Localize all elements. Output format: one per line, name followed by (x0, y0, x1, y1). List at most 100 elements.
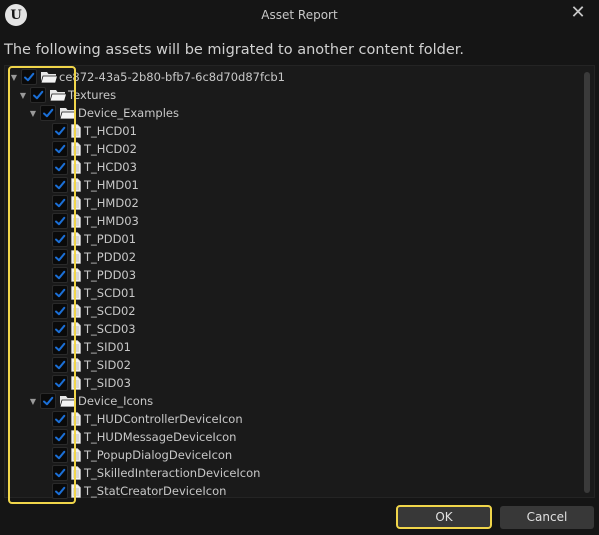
tree-item-label: T_PopupDialogDeviceIcon (84, 448, 233, 462)
tree-item-label: T_PDD03 (84, 268, 137, 282)
tree-item-asset[interactable]: T_PDD01 (52, 230, 136, 248)
tree-item-asset[interactable]: T_PopupDialogDeviceIcon (52, 446, 232, 464)
checkbox[interactable] (52, 375, 68, 391)
file-icon (71, 232, 81, 246)
tree-item-asset[interactable]: T_HMD02 (52, 194, 139, 212)
file-icon (71, 286, 81, 300)
tree-item-asset[interactable]: T_PDD02 (52, 248, 136, 266)
expand-arrow-icon[interactable]: ▼ (18, 86, 28, 104)
checkbox[interactable] (52, 285, 68, 301)
checkbox[interactable] (30, 87, 46, 103)
checkbox[interactable] (52, 141, 68, 157)
file-icon (71, 322, 81, 336)
expand-arrow-icon[interactable]: ▼ (28, 104, 38, 122)
migration-message: The following assets will be migrated to… (4, 42, 465, 58)
file-icon (71, 178, 81, 192)
file-icon (71, 412, 81, 426)
checkbox[interactable] (52, 267, 68, 283)
tree-item-asset[interactable]: T_HCD03 (52, 158, 137, 176)
folder-icon (40, 69, 59, 85)
tree-item-label: T_SID03 (84, 376, 131, 390)
file-icon (71, 376, 81, 390)
tree-item-asset[interactable]: T_SID03 (52, 374, 131, 392)
close-button[interactable]: ✕ (567, 2, 589, 24)
checkbox[interactable] (52, 447, 68, 463)
file-icon (71, 250, 81, 264)
tree-folder-device-icons[interactable]: ▼ Device_Icons (28, 392, 153, 410)
vertical-scrollbar[interactable] (584, 72, 590, 493)
tree-item-asset[interactable]: T_SID01 (52, 338, 131, 356)
checkbox[interactable] (52, 249, 68, 265)
file-icon (71, 142, 81, 156)
file-icon (71, 448, 81, 462)
tree-item-asset[interactable]: T_SID02 (52, 356, 131, 374)
file-icon (71, 340, 81, 354)
tree-item-asset[interactable]: T_SCD03 (52, 320, 136, 338)
tree-item-asset[interactable]: T_SCD02 (52, 302, 136, 320)
checkbox[interactable] (21, 69, 37, 85)
tree-item-asset[interactable]: T_StatCreatorDeviceIcon (52, 482, 226, 500)
tree-item-asset[interactable]: T_SCD01 (52, 284, 136, 302)
tree-item-asset[interactable]: T_SkilledInteractionDeviceIcon (52, 464, 260, 482)
tree-item-label: T_SCD02 (84, 304, 136, 318)
checkbox[interactable] (52, 123, 68, 139)
checkbox[interactable] (52, 411, 68, 427)
file-icon (71, 304, 81, 318)
tree-item-asset[interactable]: T_HCD01 (52, 122, 137, 140)
tree-item-asset[interactable]: T_HMD01 (52, 176, 139, 194)
tree-item-label: T_HMD01 (84, 178, 139, 192)
tree-item-label: T_HCD03 (84, 160, 137, 174)
checkbox[interactable] (40, 105, 56, 121)
tree-item-asset[interactable]: T_HCD02 (52, 140, 137, 158)
checkbox[interactable] (52, 213, 68, 229)
expand-arrow-icon[interactable]: ▼ (28, 392, 38, 410)
expand-arrow-icon[interactable]: ▼ (9, 68, 19, 86)
tree-item-label: T_SkilledInteractionDeviceIcon (84, 466, 261, 480)
title-bar: U Asset Report ✕ (0, 0, 599, 32)
checkbox[interactable] (52, 159, 68, 175)
tree-item-label: T_SCD03 (84, 322, 136, 336)
checkbox[interactable] (52, 429, 68, 445)
checkbox[interactable] (52, 303, 68, 319)
tree-item-label: T_SCD01 (84, 286, 136, 300)
checkbox[interactable] (52, 195, 68, 211)
ok-button[interactable]: OK (396, 505, 492, 529)
checkbox[interactable] (40, 393, 56, 409)
tree-item-label: T_HMD02 (84, 196, 139, 210)
tree-item-asset[interactable]: T_HUDControllerDeviceIcon (52, 410, 243, 428)
tree-folder-textures[interactable]: ▼ Textures (18, 86, 116, 104)
file-icon (71, 430, 81, 444)
checkbox[interactable] (52, 483, 68, 499)
tree-folder-device-examples[interactable]: ▼ Device_Examples (28, 104, 179, 122)
file-icon (71, 214, 81, 228)
tree-item-asset[interactable]: T_PDD03 (52, 266, 136, 284)
tree-item-label: T_HMD03 (84, 214, 139, 228)
folder-icon (59, 393, 78, 409)
cancel-button[interactable]: Cancel (500, 506, 594, 529)
tree-item-label: T_StatCreatorDeviceIcon (84, 484, 227, 498)
file-icon (71, 484, 81, 498)
file-icon (71, 358, 81, 372)
checkbox[interactable] (52, 357, 68, 373)
file-icon (71, 268, 81, 282)
tree-item-label: T_HCD01 (84, 124, 137, 138)
tree-item-asset[interactable]: T_HUDMessageDeviceIcon (52, 428, 236, 446)
asset-tree: ▼ ce872-43a5-2b80-bfb7-6c8d70d87fcb1 ▼ Text… (4, 65, 595, 500)
checkbox[interactable] (52, 465, 68, 481)
checkbox[interactable] (52, 321, 68, 337)
tree-item-label: Textures (68, 88, 117, 102)
tree-folder-root[interactable]: ▼ ce872-43a5-2b80-bfb7-6c8d70d87fcb1 (9, 68, 285, 86)
file-icon (71, 160, 81, 174)
file-icon (71, 124, 81, 138)
window-title: Asset Report (261, 8, 338, 22)
file-icon (71, 196, 81, 210)
folder-icon (59, 105, 78, 121)
tree-item-label: T_SID01 (84, 340, 131, 354)
tree-item-asset[interactable]: T_HMD03 (52, 212, 139, 230)
checkbox[interactable] (52, 177, 68, 193)
tree-item-label: T_PDD01 (84, 232, 137, 246)
tree-item-label: T_SID02 (84, 358, 131, 372)
checkbox[interactable] (52, 231, 68, 247)
checkbox[interactable] (52, 339, 68, 355)
asset-report-dialog: U Asset Report ✕ The following assets wi… (0, 0, 599, 535)
